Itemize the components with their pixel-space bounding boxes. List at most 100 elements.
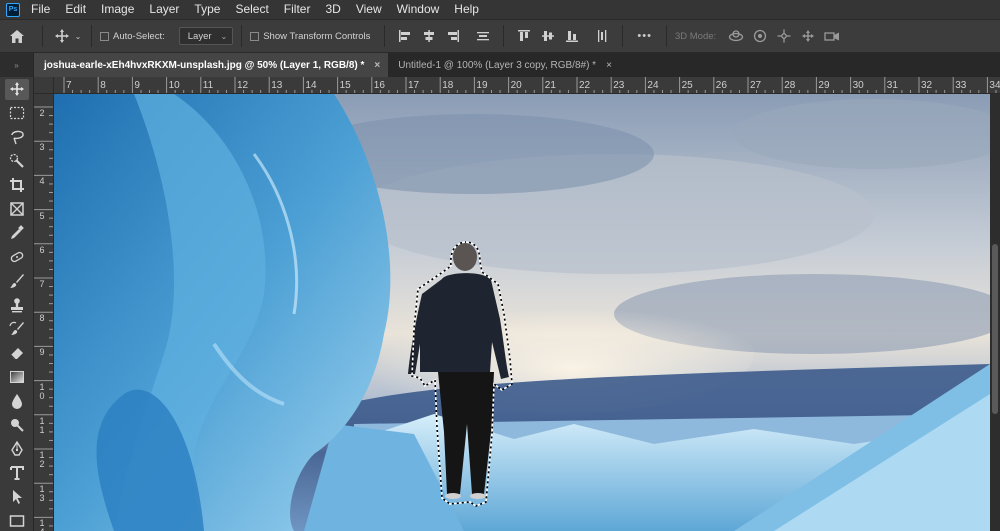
horizontal-ruler[interactable]: 7 8 9 10 11 12 13 14 15 16 17 18 19 20 21 22 23 24 25 26 27 2… xyxy=(54,77,1000,94)
3d-roll-icon[interactable] xyxy=(752,28,768,44)
ruler-number: 4 xyxy=(39,176,45,187)
gradient-tool[interactable] xyxy=(0,365,34,389)
chevron-down-icon[interactable]: ⌄ xyxy=(73,32,83,41)
document-tabs: joshua-earle-xEh4hvxRKXM-unsplash.jpg @ … xyxy=(34,53,1000,77)
options-bar: ⌄ Auto-Select: Layer ⌄ Show Transform Co… xyxy=(0,19,1000,53)
blur-icon xyxy=(5,391,29,412)
ruler-number: 2 xyxy=(39,108,45,118)
ruler-number: 28 xyxy=(784,80,796,91)
menu-window[interactable]: Window xyxy=(397,0,440,19)
distribute-vertical-icon[interactable] xyxy=(475,28,491,44)
brush-tool[interactable] xyxy=(0,269,34,293)
healing-brush-icon xyxy=(5,247,29,268)
eyedropper-tool[interactable] xyxy=(0,221,34,245)
3d-slide-icon[interactable] xyxy=(800,28,816,44)
distribute-horizontal-icon[interactable] xyxy=(594,28,610,44)
close-icon[interactable]: × xyxy=(374,60,380,71)
auto-select-target-dropdown[interactable]: Layer ⌄ xyxy=(178,27,234,45)
menu-edit[interactable]: Edit xyxy=(65,0,86,19)
ruler-number: 3 xyxy=(39,142,45,153)
align-horizontal-centers-icon[interactable] xyxy=(421,28,437,44)
ruler-number: 19 xyxy=(476,80,488,91)
menu-help[interactable]: Help xyxy=(454,0,479,19)
separator xyxy=(503,25,505,47)
dodge-icon xyxy=(5,415,29,436)
ruler-number: 10 xyxy=(39,381,45,401)
vertical-scrollbar[interactable] xyxy=(990,94,1000,531)
type-tool[interactable] xyxy=(0,461,34,485)
menu-bar: Ps File Edit Image Layer Type Select Fil… xyxy=(0,0,1000,19)
dodge-tool[interactable] xyxy=(0,413,34,437)
photoshop-logo: Ps xyxy=(6,2,20,17)
3d-orbit-icon[interactable] xyxy=(728,28,744,44)
align-top-edges-icon[interactable] xyxy=(516,28,532,44)
menu-layer[interactable]: Layer xyxy=(149,0,179,19)
blur-tool[interactable] xyxy=(0,389,34,413)
ruler-number: 6 xyxy=(39,244,45,255)
type-icon xyxy=(5,463,29,484)
rectangle-tool[interactable] xyxy=(0,509,34,531)
lasso-tool[interactable] xyxy=(0,125,34,149)
auto-select-checkbox[interactable] xyxy=(100,31,109,41)
menu-view[interactable]: View xyxy=(356,0,382,19)
menu-select[interactable]: Select xyxy=(235,0,268,19)
frame-tool[interactable] xyxy=(0,197,34,221)
ruler-number: 29 xyxy=(818,80,830,91)
pen-tool[interactable] xyxy=(0,437,34,461)
align-vertical-centers-icon[interactable] xyxy=(540,28,556,44)
3d-pan-icon[interactable] xyxy=(776,28,792,44)
3d-mode-label: 3D Mode: xyxy=(674,30,717,42)
menu-file[interactable]: File xyxy=(31,0,50,19)
ruler-number: 24 xyxy=(647,80,659,91)
ruler-number: 11 xyxy=(202,80,214,91)
photo-image xyxy=(54,94,990,531)
home-icon[interactable] xyxy=(0,29,34,44)
eraser-tool[interactable] xyxy=(0,341,34,365)
marquee-icon xyxy=(5,103,29,124)
crop-tool[interactable] xyxy=(0,173,34,197)
move-tool-preset-icon[interactable] xyxy=(51,28,73,44)
menu-filter[interactable]: Filter xyxy=(284,0,311,19)
more-options-icon[interactable]: ••• xyxy=(637,30,652,42)
path-selection-tool[interactable] xyxy=(0,485,34,509)
frame-icon xyxy=(5,199,29,220)
align-left-edges-icon[interactable] xyxy=(397,28,413,44)
history-brush-tool[interactable] xyxy=(0,317,34,341)
menu-image[interactable]: Image xyxy=(101,0,134,19)
ruler-number: 20 xyxy=(510,80,522,91)
move-tool[interactable] xyxy=(0,77,34,101)
clone-stamp-tool[interactable] xyxy=(0,293,34,317)
marquee-tool[interactable] xyxy=(0,101,34,125)
align-bottom-edges-icon[interactable] xyxy=(564,28,580,44)
vertical-ruler[interactable]: 2 3 4 5 6 7 8 9 10 11 12 13 14 xyxy=(34,77,54,531)
ruler-number: 23 xyxy=(613,80,625,91)
show-transform-checkbox[interactable] xyxy=(250,31,260,41)
tab-document-1[interactable]: joshua-earle-xEh4hvxRKXM-unsplash.jpg @ … xyxy=(34,53,389,77)
eyedropper-icon xyxy=(5,223,29,244)
ruler-number: 11 xyxy=(39,415,45,435)
document-canvas[interactable] xyxy=(54,94,990,531)
crop-icon xyxy=(5,175,29,196)
ruler-number: 18 xyxy=(442,80,454,91)
tab-document-2[interactable]: Untitled-1 @ 100% (Layer 3 copy, RGB/8#)… xyxy=(388,53,620,77)
separator xyxy=(42,25,43,47)
scrollbar-thumb[interactable] xyxy=(992,244,998,414)
healing-brush-tool[interactable] xyxy=(0,245,34,269)
ruler-number: 15 xyxy=(339,80,351,91)
auto-select-label: Auto-Select: xyxy=(113,30,165,42)
ruler-number: 5 xyxy=(39,210,45,221)
align-right-edges-icon[interactable] xyxy=(445,28,461,44)
quick-selection-tool[interactable] xyxy=(0,149,34,173)
menu-type[interactable]: Type xyxy=(194,0,220,19)
ruler-number: 14 xyxy=(39,518,45,531)
3d-camera-icon[interactable] xyxy=(824,28,840,44)
chevron-down-icon: ⌄ xyxy=(220,31,228,41)
ruler-number: 30 xyxy=(852,80,864,91)
ruler-number: 31 xyxy=(886,80,898,91)
close-icon[interactable]: × xyxy=(606,60,612,71)
collapse-panel-icon[interactable]: » xyxy=(0,53,33,77)
move-icon xyxy=(5,78,29,100)
ruler-origin[interactable] xyxy=(34,77,54,94)
ruler-number: 27 xyxy=(750,80,762,91)
menu-3d[interactable]: 3D xyxy=(325,0,340,19)
